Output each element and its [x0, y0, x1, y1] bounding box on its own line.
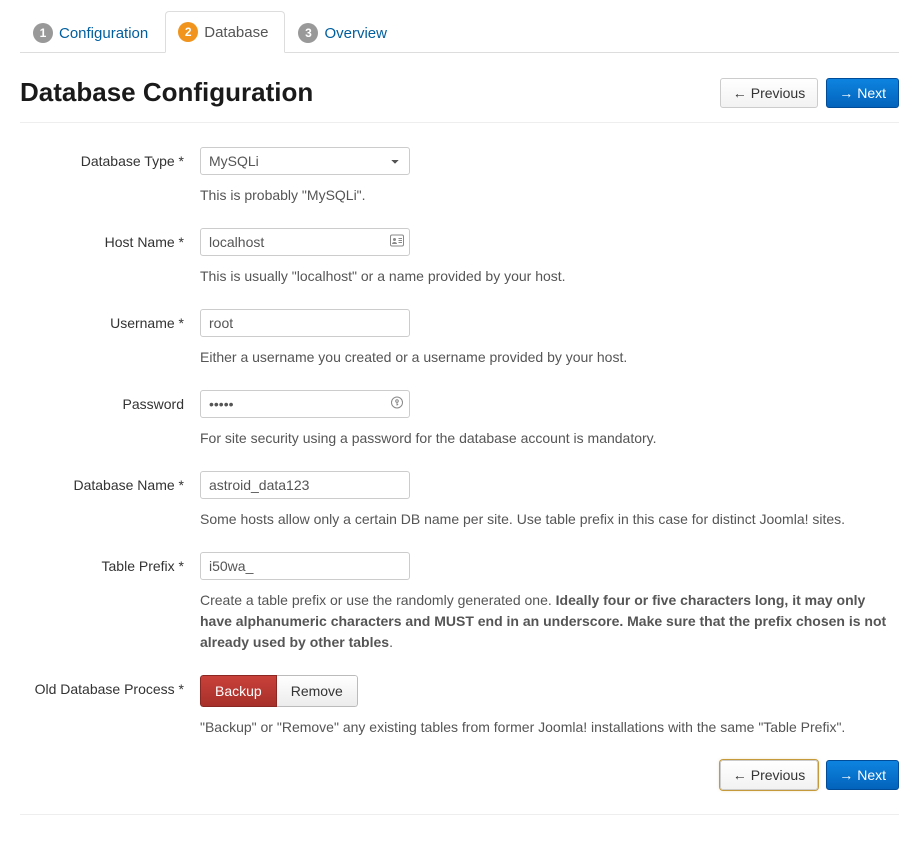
username-input[interactable]: [200, 309, 410, 337]
field-host: Host Name * This is usually "localhost" …: [20, 228, 899, 287]
label-username: Username *: [20, 309, 200, 331]
tab-configuration[interactable]: 1 Configuration: [20, 12, 165, 53]
tab-label-database: Database: [204, 24, 268, 41]
tab-overview[interactable]: 3 Overview: [285, 12, 404, 53]
olddb-remove-button[interactable]: Remove: [277, 675, 358, 707]
help-username: Either a username you created or a usern…: [200, 347, 899, 368]
previous-button-top[interactable]: ← Previous: [720, 78, 818, 108]
arrow-left-icon: ←: [733, 767, 747, 783]
db-type-select[interactable]: MySQLi: [200, 147, 410, 175]
help-password: For site security using a password for t…: [200, 428, 899, 449]
field-username: Username * Either a username you created…: [20, 309, 899, 368]
previous-label-top: Previous: [751, 85, 805, 101]
label-olddb: Old Database Process *: [20, 675, 200, 697]
dbname-input[interactable]: [200, 471, 410, 499]
next-label-top: Next: [857, 85, 886, 101]
next-label-bottom: Next: [857, 767, 886, 783]
next-button-bottom[interactable]: → Next: [826, 760, 899, 790]
previous-label-bottom: Previous: [751, 767, 805, 783]
key-icon: [390, 396, 404, 413]
label-prefix: Table Prefix *: [20, 552, 200, 574]
step-badge-2: 2: [178, 22, 198, 42]
help-prefix: Create a table prefix or use the randoml…: [200, 590, 899, 653]
field-olddb: Old Database Process * Backup Remove "Ba…: [20, 675, 899, 738]
olddb-toggle: Backup Remove: [200, 675, 358, 707]
olddb-backup-button[interactable]: Backup: [200, 675, 277, 707]
field-db-type: Database Type * MySQLi This is probably …: [20, 147, 899, 206]
page-title: Database Configuration: [20, 77, 313, 108]
step-badge-1: 1: [33, 23, 53, 43]
divider: [20, 122, 899, 123]
field-password: Password For site security using a passw…: [20, 390, 899, 449]
help-host: This is usually "localhost" or a name pr…: [200, 266, 899, 287]
tab-label-overview: Overview: [324, 25, 387, 42]
password-input[interactable]: [200, 390, 410, 418]
label-db-type: Database Type *: [20, 147, 200, 169]
arrow-right-icon: →: [839, 767, 853, 783]
next-button-top[interactable]: → Next: [826, 78, 899, 108]
previous-button-bottom[interactable]: ← Previous: [720, 760, 818, 790]
tab-label-configuration: Configuration: [59, 25, 148, 42]
help-db-type: This is probably "MySQLi".: [200, 185, 899, 206]
divider: [20, 814, 899, 815]
help-prefix-plain: Create a table prefix or use the randoml…: [200, 592, 556, 608]
label-password: Password: [20, 390, 200, 412]
label-host: Host Name *: [20, 228, 200, 250]
arrow-left-icon: ←: [733, 85, 747, 101]
field-prefix: Table Prefix * Create a table prefix or …: [20, 552, 899, 653]
host-input[interactable]: [200, 228, 410, 256]
install-steps-tabs: 1 Configuration 2 Database 3 Overview: [20, 10, 899, 53]
prefix-input[interactable]: [200, 552, 410, 580]
contact-card-icon: [390, 235, 404, 250]
field-dbname: Database Name * Some hosts allow only a …: [20, 471, 899, 530]
label-dbname: Database Name *: [20, 471, 200, 493]
arrow-right-icon: →: [839, 85, 853, 101]
step-badge-3: 3: [298, 23, 318, 43]
help-olddb: "Backup" or "Remove" any existing tables…: [200, 717, 899, 738]
help-dbname: Some hosts allow only a certain DB name …: [200, 509, 899, 530]
tab-database[interactable]: 2 Database: [165, 11, 285, 53]
